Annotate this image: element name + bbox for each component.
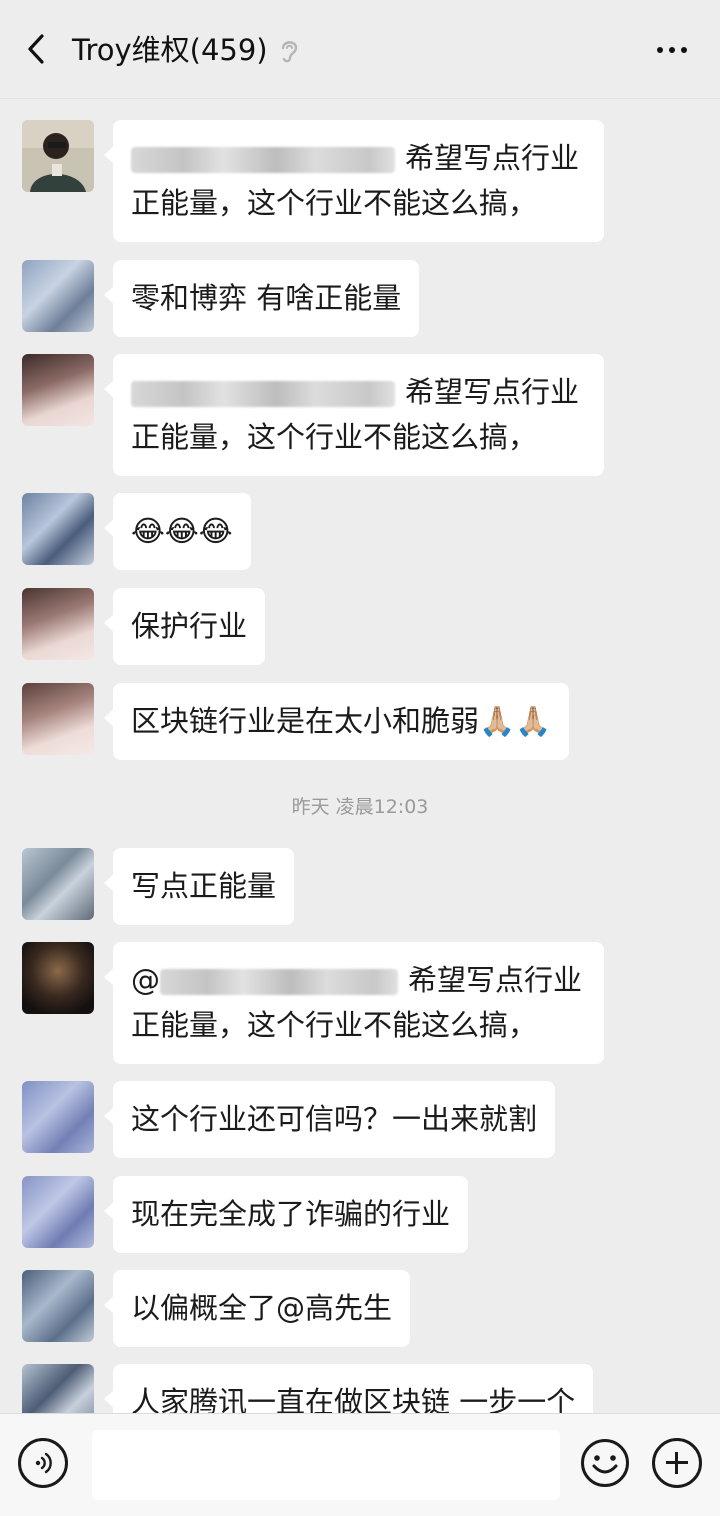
message-list[interactable]: 希望写点行业 正能量，这个行业不能这么搞， 零和博弈 有啥正能量 希望写点行业 … (0, 98, 720, 1413)
input-bar (0, 1413, 720, 1516)
back-button[interactable] (18, 26, 58, 72)
ear-icon (278, 36, 302, 64)
message-bubble[interactable]: 希望写点行业 正能量，这个行业不能这么搞， (104, 354, 604, 476)
redacted-mention (131, 381, 395, 407)
avatar[interactable] (22, 848, 94, 920)
avatar[interactable] (22, 1081, 94, 1153)
avatar[interactable] (22, 260, 94, 332)
message-bubble[interactable]: 零和博弈 有啥正能量 (103, 260, 420, 337)
avatar[interactable] (22, 354, 94, 426)
more-dots-icon (657, 47, 663, 53)
message-bubble[interactable]: 写点正能量 (103, 848, 295, 925)
avatar[interactable] (22, 683, 94, 755)
message-input[interactable] (92, 1430, 560, 1500)
message-bubble[interactable]: 人家腾讯一直在做区块链 一步一个 (103, 1364, 594, 1413)
chat-header: Troy维权(459) (0, 0, 720, 99)
smiley-icon (581, 1439, 629, 1487)
message-bubble[interactable]: 希望写点行业 正能量，这个行业不能这么搞， (104, 120, 604, 242)
message-bubble[interactable]: 这个行业还可信吗？一出来就割 (103, 1081, 556, 1158)
avatar[interactable] (22, 1364, 94, 1413)
chat-title: Troy维权(459) (72, 33, 268, 67)
timestamp: 昨天 凌晨12:03 (291, 796, 429, 818)
avatar[interactable] (22, 942, 94, 1014)
message-bubble[interactable]: @ 希望写点行业 正能量，这个行业不能这么搞， (104, 942, 604, 1064)
avatar[interactable] (22, 120, 94, 192)
redacted-mention (160, 969, 398, 995)
avatar[interactable] (22, 588, 94, 660)
plus-circle-icon[interactable] (652, 1438, 702, 1488)
redacted-mention (131, 147, 395, 173)
voice-button[interactable] (18, 1438, 68, 1488)
message-bubble[interactable]: 区块链行业是在太小和脆弱🙏🏼🙏🏼 (103, 683, 570, 760)
message-bubble[interactable]: 保护行业 (103, 588, 266, 665)
voice-icon (35, 1452, 52, 1474)
avatar[interactable] (22, 493, 94, 565)
emoji-button[interactable] (580, 1438, 630, 1488)
avatar[interactable] (22, 1176, 94, 1248)
chevron-left-icon (28, 34, 44, 64)
more-options-button[interactable] (652, 32, 692, 68)
avatar[interactable] (22, 1270, 94, 1342)
message-bubble[interactable]: 以偏概全了@高先生 (103, 1270, 411, 1347)
message-bubble[interactable]: 现在完全成了诈骗的行业 (103, 1176, 469, 1253)
message-bubble[interactable]: 😂😂😂 (104, 493, 251, 570)
